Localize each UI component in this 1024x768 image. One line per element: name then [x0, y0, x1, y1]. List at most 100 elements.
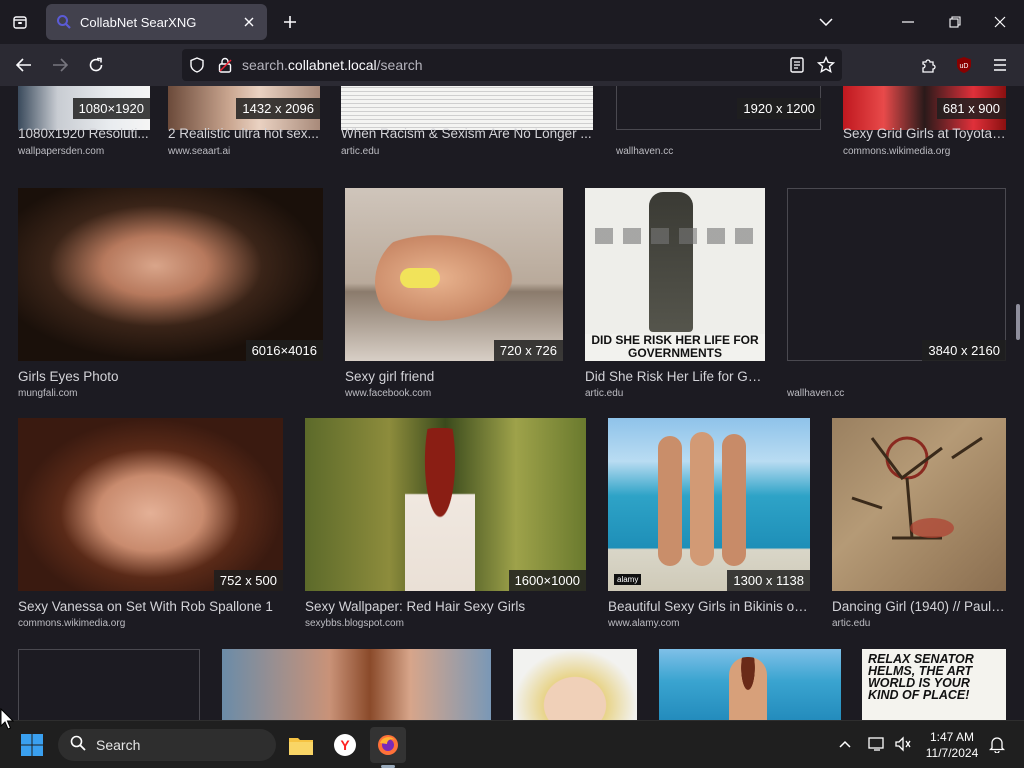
- result-thumbnail[interactable]: [659, 649, 841, 720]
- vertical-scrollbar[interactable]: [1016, 304, 1020, 340]
- plus-icon[interactable]: [278, 10, 302, 34]
- mouse-cursor-icon: [0, 707, 15, 735]
- result-host: commons.wikimedia.org: [18, 618, 126, 629]
- result-thumbnail[interactable]: alamy: [608, 418, 810, 591]
- result-item[interactable]: 3840 x 2160 wallhaven.cc: [787, 188, 1006, 400]
- firefox-icon[interactable]: [370, 727, 406, 763]
- result-item[interactable]: DID SHE RISK HER LIFE FOR GOVERNMENTS Di…: [585, 188, 765, 400]
- poster-text: RELAX SENATOR HELMS, THE ART WORLD IS YO…: [868, 652, 974, 702]
- hamburger-menu-icon[interactable]: [986, 51, 1014, 79]
- lock-icon[interactable]: [216, 56, 234, 74]
- result-thumbnail[interactable]: [787, 188, 1006, 361]
- chevron-up-icon[interactable]: [834, 733, 856, 755]
- nav-bar: search.collabnet.local/search uD: [0, 44, 1024, 86]
- result-item[interactable]: 1920 x 1200 wallhaven.cc: [616, 86, 821, 166]
- result-title[interactable]: When Racism & Sexism Are No Longer ...: [341, 126, 593, 141]
- result-title[interactable]: Dancing Girl (1940) // Paul ...: [832, 599, 1006, 614]
- result-item[interactable]: RELAX SENATOR HELMS, THE ART WORLD IS YO…: [862, 649, 1006, 720]
- result-title[interactable]: 2 Realistic ultra hot sex...: [168, 126, 320, 141]
- result-host: mungfali.com: [18, 388, 78, 399]
- result-title[interactable]: Did She Risk Her Life for Go...: [585, 369, 765, 384]
- result-thumbnail[interactable]: [341, 86, 593, 130]
- forward-arrow-icon[interactable]: [46, 51, 74, 79]
- star-icon[interactable]: [817, 56, 835, 74]
- result-thumbnail[interactable]: [832, 418, 1006, 591]
- reader-view-icon[interactable]: [788, 56, 806, 74]
- taskbar-search[interactable]: Search: [58, 729, 276, 761]
- result-item[interactable]: 752 x 500 Sexy Vanessa on Set With Rob S…: [18, 418, 283, 630]
- active-tab[interactable]: CollabNet SearXNG: [46, 4, 267, 40]
- result-title[interactable]: Sexy Grid Girls at Toyota ...: [843, 126, 1006, 141]
- image-dimensions: 6016×4016: [245, 340, 323, 361]
- result-host: artic.edu: [832, 618, 871, 629]
- image-dimensions: 1920 x 1200: [737, 98, 821, 119]
- result-title[interactable]: Girls Eyes Photo: [18, 369, 323, 384]
- result-item[interactable]: 1432 x 2096 2 Realistic ultra hot sex...…: [168, 86, 320, 166]
- result-item[interactable]: 720 x 726 Sexy girl friend www.facebook.…: [345, 188, 563, 400]
- chevron-down-icon[interactable]: [812, 8, 840, 36]
- image-dimensions: 1432 x 2096: [236, 98, 320, 119]
- result-thumbnail[interactable]: [222, 649, 491, 720]
- taskbar-search-label: Search: [96, 737, 141, 753]
- result-item[interactable]: [659, 649, 841, 720]
- windows-start-icon[interactable]: [14, 727, 50, 763]
- result-item[interactable]: alamy 1300 x 1138 Beautiful Sexy Girls i…: [608, 418, 810, 630]
- minimize-icon[interactable]: [894, 8, 922, 36]
- puzzle-icon[interactable]: [914, 51, 942, 79]
- reload-icon[interactable]: [82, 51, 110, 79]
- close-window-icon[interactable]: [986, 8, 1014, 36]
- poster-text: DID SHE RISK HER LIFE FOR GOVERNMENTS: [585, 334, 765, 361]
- result-thumbnail[interactable]: [345, 188, 563, 361]
- result-title[interactable]: Beautiful Sexy Girls in Bikinis on...: [608, 599, 810, 614]
- result-item[interactable]: 1600×1000 Sexy Wallpaper: Red Hair Sexy …: [305, 418, 586, 630]
- result-host: wallhaven.cc: [616, 146, 674, 157]
- tab-list-icon[interactable]: [6, 8, 34, 36]
- result-item[interactable]: When Racism & Sexism Are No Longer ... a…: [341, 86, 593, 166]
- ublock-icon[interactable]: uD: [950, 51, 978, 79]
- result-thumbnail[interactable]: [18, 649, 200, 720]
- url-bar[interactable]: search.collabnet.local/search: [182, 49, 842, 81]
- result-item[interactable]: [222, 649, 491, 720]
- result-item[interactable]: 6016×4016 Girls Eyes Photo mungfali.com: [18, 188, 323, 400]
- result-thumbnail[interactable]: [18, 418, 283, 591]
- painting-lines: [851, 436, 983, 540]
- image-dimensions: 1080×1920: [72, 98, 150, 119]
- restore-icon[interactable]: [941, 8, 969, 36]
- svg-text:uD: uD: [960, 63, 969, 70]
- image-dimensions: 3840 x 2160: [922, 340, 1006, 361]
- result-thumbnail[interactable]: [305, 418, 586, 591]
- clock-date: 11/7/2024: [925, 746, 979, 760]
- taskbar: Search Y 1:47 AM 11/7/2024: [0, 720, 1024, 768]
- result-thumbnail[interactable]: DID SHE RISK HER LIFE FOR GOVERNMENTS: [585, 188, 765, 361]
- result-title[interactable]: Sexy Wallpaper: Red Hair Sexy Girls: [305, 599, 586, 614]
- result-host: www.seaart.ai: [168, 146, 231, 157]
- yandex-browser-icon[interactable]: Y: [327, 727, 363, 763]
- search-results-page: 1080×1920 1080x1920 Resoluti... wallpape…: [0, 86, 1024, 720]
- result-item[interactable]: [18, 649, 200, 720]
- image-dimensions: 752 x 500: [213, 570, 283, 591]
- result-host: artic.edu: [585, 388, 624, 399]
- result-host: artic.edu: [341, 146, 380, 157]
- result-thumbnail[interactable]: [513, 649, 637, 720]
- result-item[interactable]: 1080×1920 1080x1920 Resoluti... wallpape…: [18, 86, 150, 166]
- result-thumbnail[interactable]: [18, 188, 323, 361]
- result-title[interactable]: Sexy girl friend: [345, 369, 563, 384]
- notification-bell-icon[interactable]: [986, 733, 1008, 755]
- shield-icon[interactable]: [188, 56, 206, 74]
- file-explorer-icon[interactable]: [283, 727, 319, 763]
- result-item[interactable]: 681 x 900 Sexy Grid Girls at Toyota ... …: [843, 86, 1006, 166]
- result-title[interactable]: 1080x1920 Resoluti...: [18, 126, 150, 141]
- result-title[interactable]: Sexy Vanessa on Set With Rob Spallone 1: [18, 599, 283, 614]
- system-clock[interactable]: 1:47 AM 11/7/2024: [916, 729, 988, 761]
- image-dimensions: 1300 x 1138: [727, 570, 810, 591]
- result-item[interactable]: Dancing Girl (1940) // Paul ... artic.ed…: [832, 418, 1006, 630]
- searxng-favicon-icon: [56, 14, 72, 30]
- image-dimensions: 681 x 900: [936, 98, 1006, 119]
- back-arrow-icon[interactable]: [10, 51, 38, 79]
- volume-muted-icon[interactable]: [892, 733, 914, 755]
- result-thumbnail[interactable]: RELAX SENATOR HELMS, THE ART WORLD IS YO…: [862, 649, 1006, 720]
- close-tab-icon[interactable]: [241, 14, 257, 30]
- result-item[interactable]: [513, 649, 637, 720]
- display-icon[interactable]: [866, 733, 888, 755]
- result-host: sexybbs.blogspot.com: [305, 618, 404, 629]
